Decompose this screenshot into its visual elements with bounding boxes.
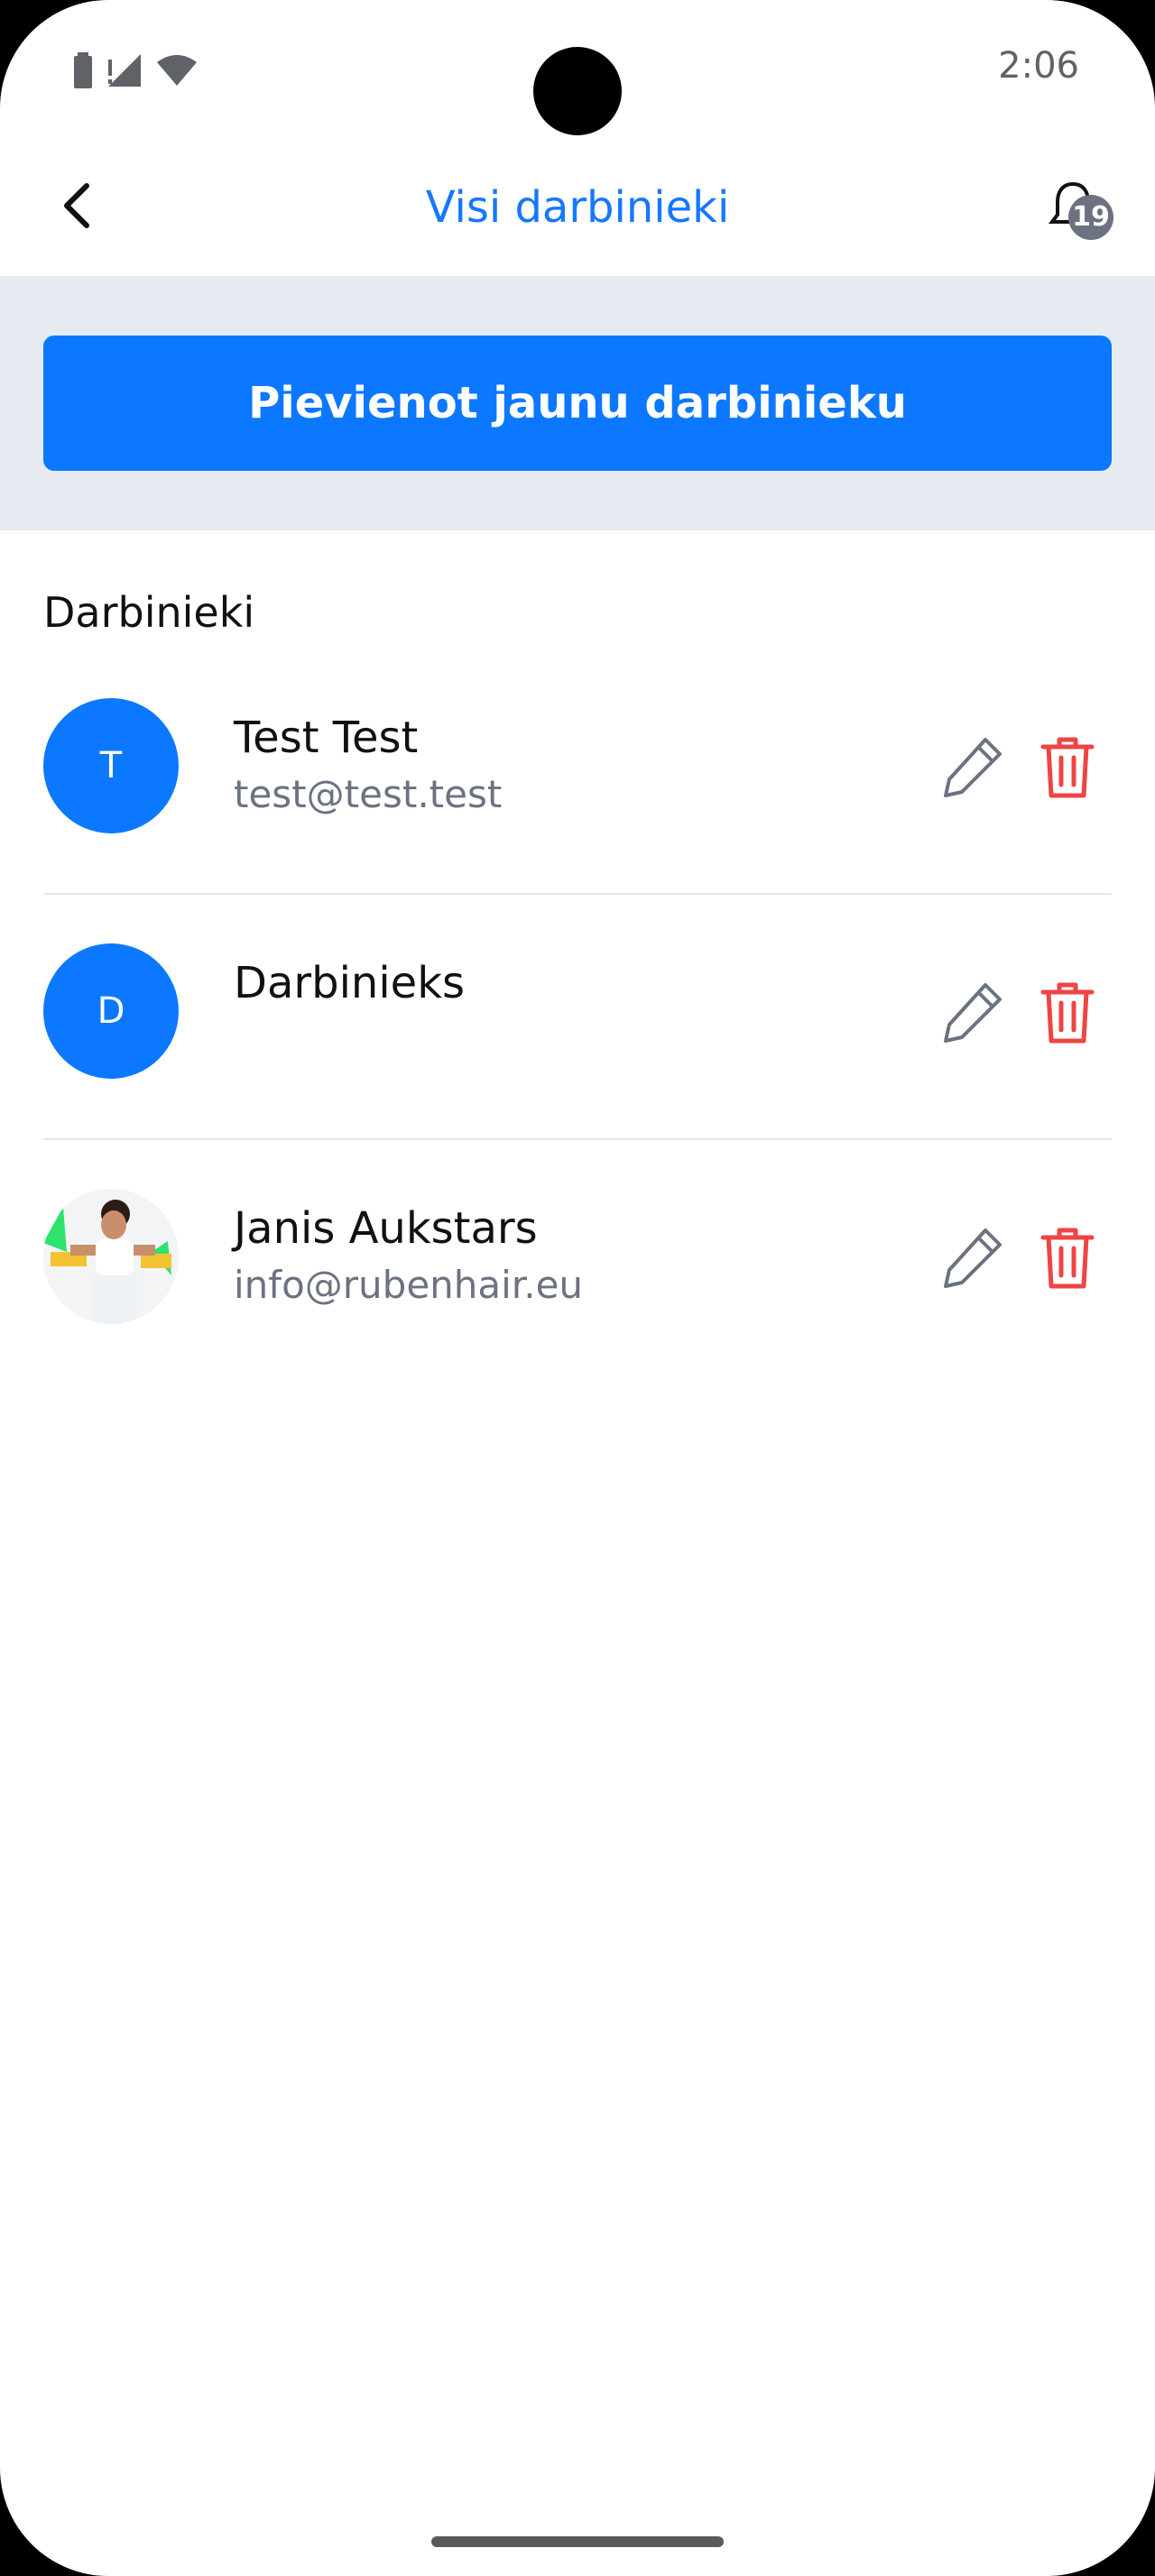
employee-name: Test Test	[234, 713, 419, 763]
employee-email: info@rubenhair.eu	[234, 1263, 584, 1307]
pencil-icon	[944, 738, 1002, 797]
camera-cutout	[533, 47, 622, 135]
no-signal-icon	[108, 54, 141, 87]
status-time: 2:06	[998, 45, 1079, 87]
trash-icon	[1040, 982, 1095, 1044]
notifications-button[interactable]: 19	[1045, 179, 1113, 242]
edit-button[interactable]	[938, 1223, 1007, 1292]
edit-button[interactable]	[938, 732, 1007, 801]
employee-row[interactable]: D Darbinieks	[43, 895, 1112, 1140]
delete-button[interactable]	[1034, 978, 1101, 1046]
add-employee-button[interactable]: Pievienot jaunu darbinieku	[43, 336, 1112, 471]
notification-count-badge: 19	[1068, 195, 1113, 240]
app-header: Visi darbinieki 19	[0, 135, 1155, 276]
status-bar: 2:06	[0, 0, 1155, 135]
pencil-icon	[944, 983, 1002, 1043]
avatar: D	[43, 943, 179, 1079]
employee-row[interactable]: Janis Aukstars info@rubenhair.eu	[43, 1140, 1112, 1384]
employee-email: test@test.test	[234, 772, 503, 816]
avatar-photo	[43, 1189, 179, 1324]
employee-row[interactable]: T Test Test test@test.test	[43, 649, 1112, 895]
employee-list: T Test Test test@test.test D Darbinieks	[43, 649, 1112, 1384]
profile-photo-icon	[43, 1189, 179, 1324]
avatar: T	[43, 698, 179, 833]
add-employee-section: Pievienot jaunu darbinieku	[0, 276, 1155, 530]
trash-icon	[1040, 1228, 1095, 1289]
app-screen: 2:06 Visi darbinieki 19 Pievienot jaunu …	[0, 0, 1155, 2576]
employee-name: Darbinieks	[234, 958, 466, 1008]
section-title: Darbinieki	[43, 588, 255, 637]
employee-name: Janis Aukstars	[234, 1203, 538, 1254]
status-icons	[72, 51, 199, 90]
edit-button[interactable]	[938, 978, 1007, 1046]
page-title: Visi darbinieki	[425, 182, 730, 233]
trash-icon	[1040, 737, 1095, 798]
battery-icon	[74, 52, 92, 88]
delete-button[interactable]	[1034, 1223, 1101, 1292]
delete-button[interactable]	[1034, 732, 1101, 801]
pencil-icon	[944, 1228, 1002, 1288]
wifi-icon	[157, 55, 197, 86]
home-indicator[interactable]	[431, 2536, 724, 2547]
